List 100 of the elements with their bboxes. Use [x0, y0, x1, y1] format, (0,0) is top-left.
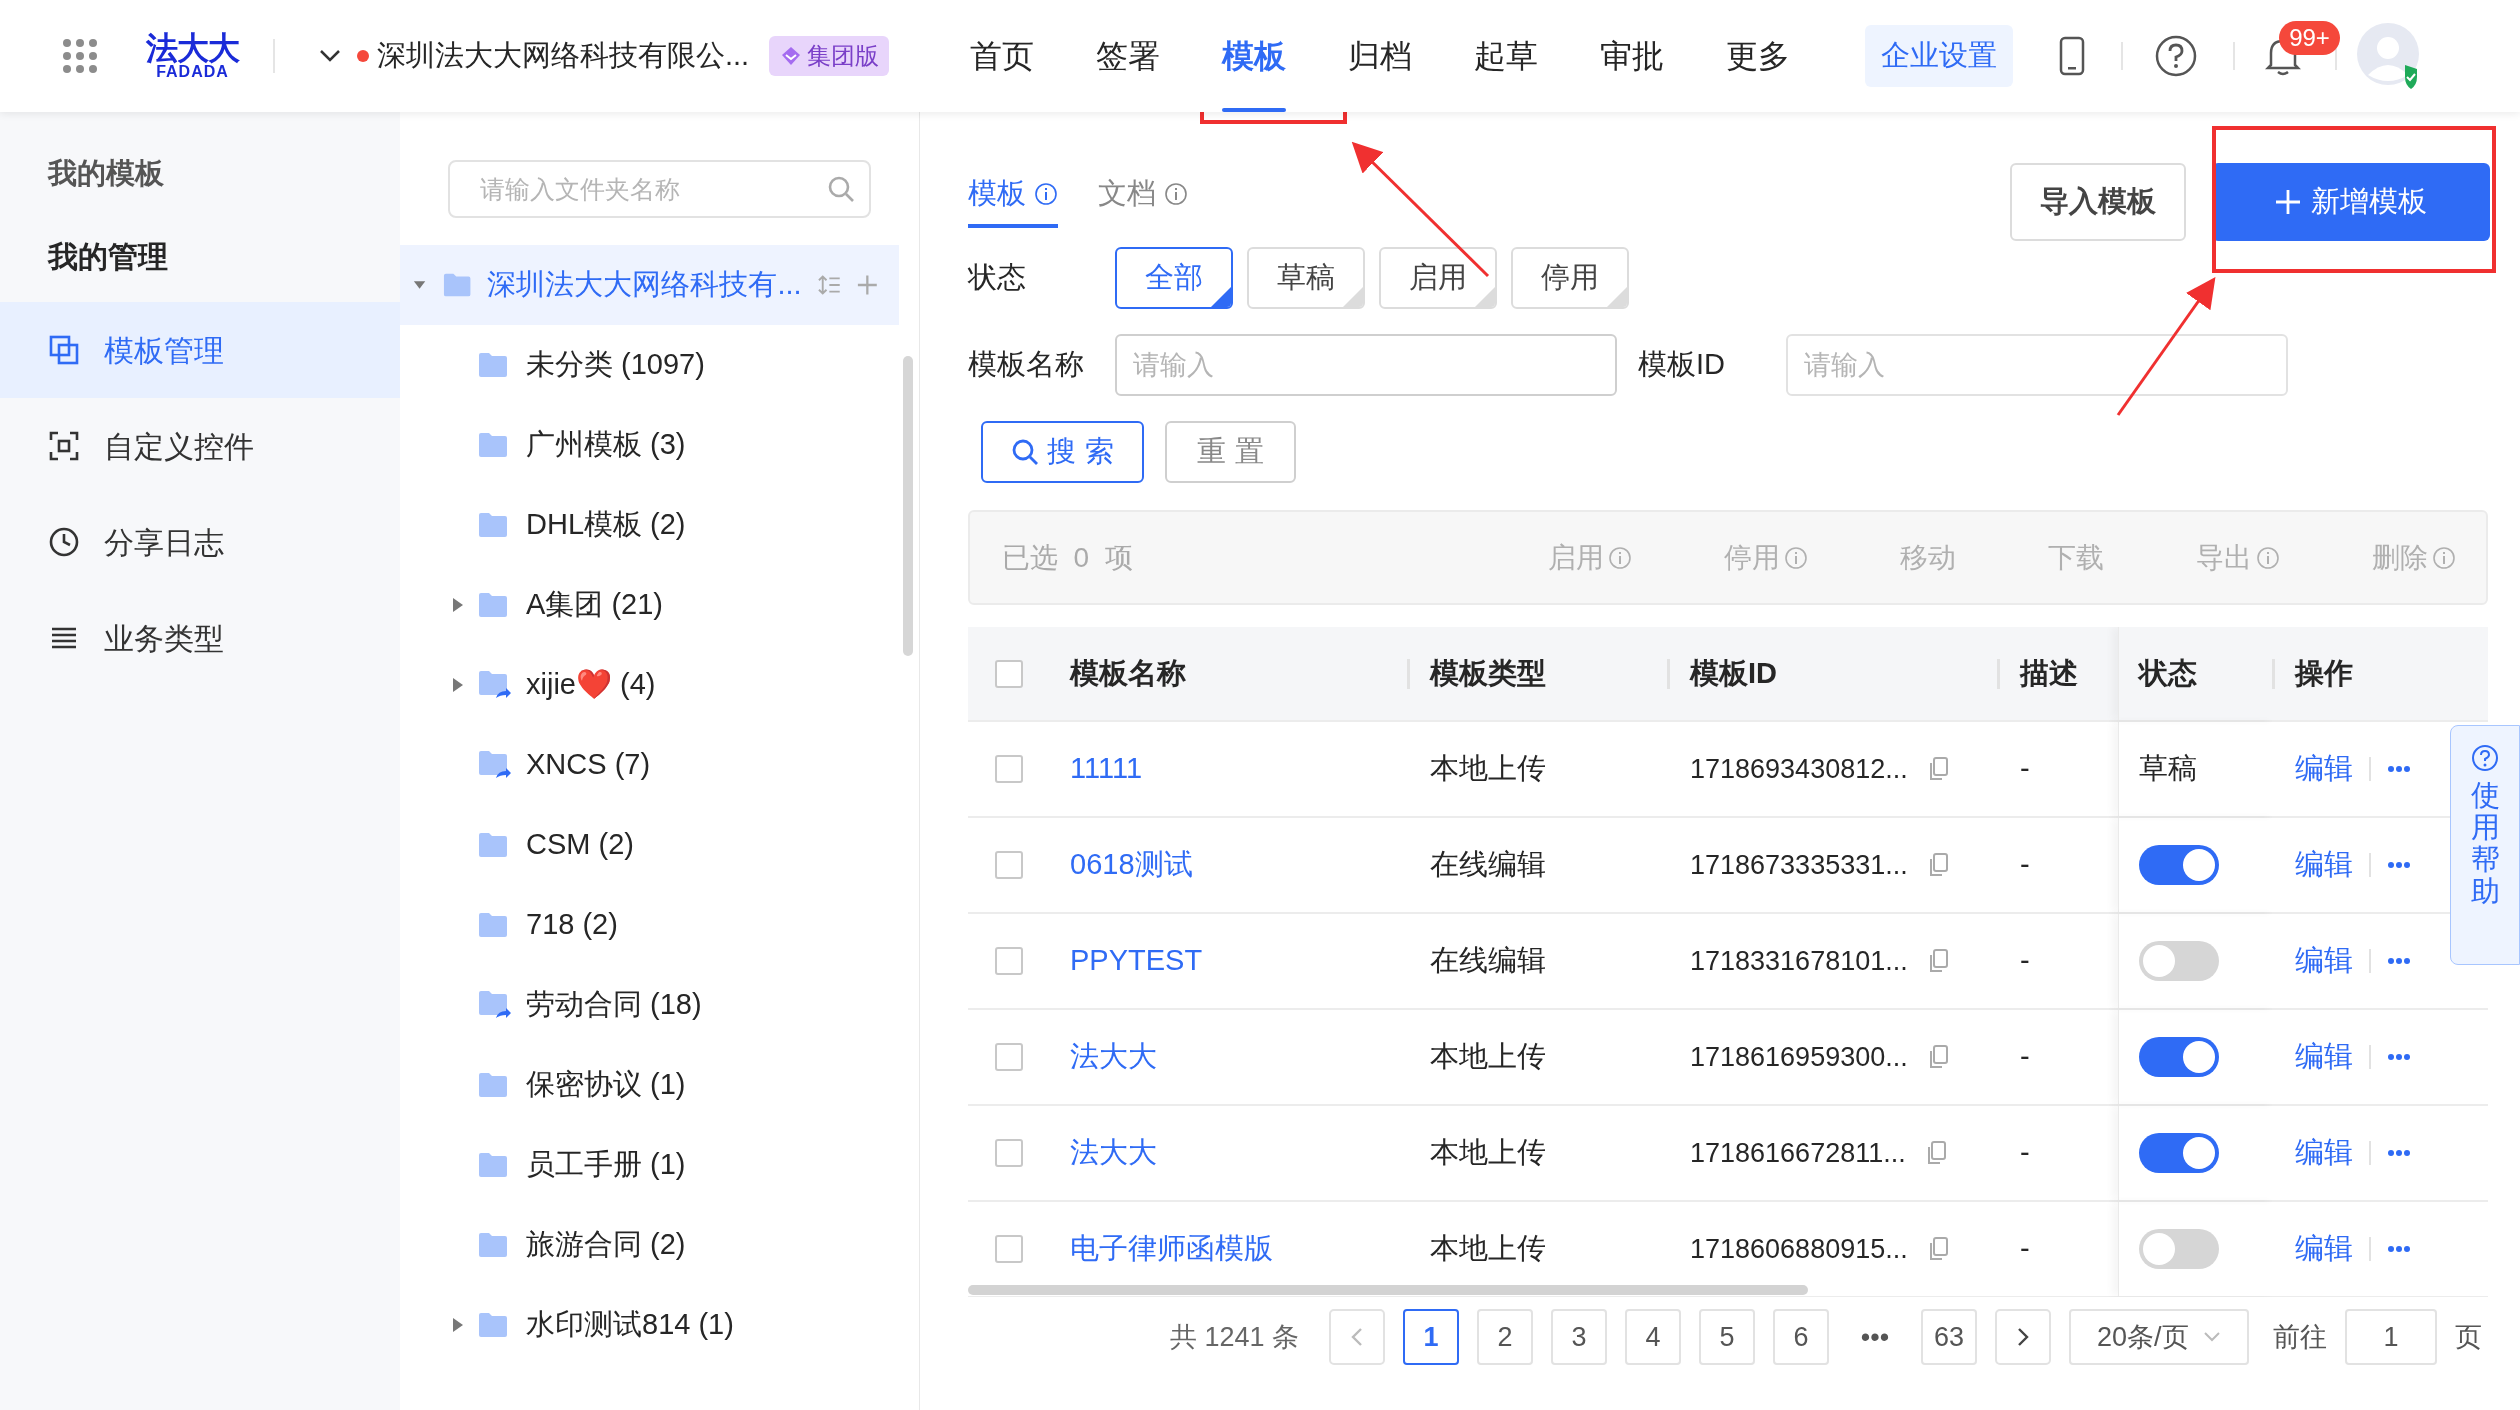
edit-link[interactable]: 编辑 [2295, 1131, 2353, 1175]
folder-tree-item[interactable]: A集团 (21) [400, 565, 899, 645]
shared-folder-icon [478, 670, 512, 700]
folder-icon [478, 512, 508, 538]
folder-tree-item[interactable]: xijie❤ (4) [400, 645, 899, 725]
folder-tree-item[interactable]: DHL模板 (2) [400, 485, 899, 565]
template-id-field[interactable]: 请输入 [1786, 334, 2288, 396]
table-cell-text: 1718616959300... [1690, 1040, 1908, 1074]
toggle-switch[interactable] [2139, 845, 2219, 885]
logo[interactable]: 法大大 FADADA [146, 32, 239, 80]
toggle-switch[interactable] [2139, 1037, 2219, 1077]
plus-icon [856, 273, 879, 297]
checkbox[interactable] [995, 659, 1023, 688]
edit-link[interactable]: 编辑 [2295, 843, 2353, 887]
edit-link[interactable]: 编辑 [2295, 939, 2353, 983]
folder-tree-item[interactable]: 718 (2) [400, 885, 899, 965]
checkbox[interactable] [995, 851, 1023, 879]
edit-link[interactable]: 编辑 [2295, 1227, 2353, 1271]
nav-tab[interactable]: 起草 [1443, 0, 1570, 112]
page-button[interactable]: 2 [1477, 1309, 1533, 1365]
page-size-select[interactable]: 20条/页 [2069, 1309, 2249, 1365]
folder-tree-item[interactable]: 员工手册 (1) [400, 1125, 899, 1205]
template-name-link[interactable]: PPYTEST [1070, 944, 1203, 977]
vertical-scrollbar[interactable] [903, 356, 913, 656]
goto-label: 前往 [2273, 1320, 2327, 1354]
folder-tree-item[interactable]: XNCS (7) [400, 725, 899, 805]
page-button[interactable]: 4 [1625, 1309, 1681, 1365]
checkbox[interactable] [995, 1139, 1023, 1167]
folder-tree-item[interactable]: 旅游合同 (2) [400, 1205, 899, 1285]
template-name-link[interactable]: 11111 [1070, 752, 1143, 785]
nav-tab[interactable]: 审批 [1569, 0, 1696, 112]
clock-icon [48, 526, 80, 558]
template-name-link[interactable]: 电子律师函模版 [1070, 1232, 1273, 1265]
folder-tree-item[interactable]: 劳动合同 (18) [400, 965, 899, 1045]
status-filter-chip[interactable]: 启用 [1379, 247, 1497, 309]
scan-icon [48, 430, 80, 462]
folder-search-field[interactable]: 请输入文件夹名称 [448, 160, 871, 218]
caret-right-icon [452, 1317, 464, 1333]
toggle-switch[interactable] [2139, 941, 2219, 981]
table-cell: 本地上传 [1430, 1040, 1546, 1073]
folder-tree-item[interactable]: CSM (2) [400, 805, 899, 885]
column-header[interactable]: 描述 [2020, 651, 2078, 696]
sidebar-item[interactable]: 业务类型 [0, 590, 400, 686]
nav-tab[interactable]: 归档 [1317, 0, 1444, 112]
template-name-field[interactable]: 请输入 [1115, 334, 1617, 396]
checkbox[interactable] [995, 947, 1023, 975]
page-button[interactable]: ••• [1847, 1309, 1903, 1365]
content-tab[interactable]: 文档 [1098, 172, 1188, 228]
folder-icon [478, 1312, 508, 1338]
nav-tab[interactable]: 签署 [1065, 0, 1192, 112]
sidebar-item[interactable]: 分享日志 [0, 494, 400, 590]
caret-right-icon [452, 597, 464, 613]
template-name-link[interactable]: 法大大 [1070, 1136, 1157, 1169]
edit-link[interactable]: 编辑 [2295, 1035, 2353, 1079]
import-template-button[interactable]: 导入模板 [2010, 163, 2186, 241]
template-name-link[interactable]: 0618测试 [1070, 848, 1193, 881]
sidebar-item[interactable]: 模板管理 [0, 302, 400, 398]
folder-tree-item[interactable]: 水印测试814 (1) [400, 1285, 899, 1365]
toggle-switch[interactable] [2139, 1229, 2219, 1269]
search-icon [827, 175, 855, 203]
copy-icon [1927, 1237, 1948, 1261]
page-number-field[interactable]: 1 [2345, 1309, 2437, 1365]
apps-icon [62, 38, 98, 74]
table-cell: 本地上传 [1430, 752, 1546, 785]
search-button[interactable]: 搜 索 [981, 421, 1144, 483]
company-name[interactable]: 深圳法大大网络科技有限公... [377, 34, 750, 78]
status-filter-chip[interactable]: 草稿 [1247, 247, 1365, 309]
nav-tab[interactable]: 首页 [939, 0, 1066, 112]
help-tab[interactable]: 使用帮助 [2450, 725, 2520, 965]
content-tab[interactable]: 模板 [968, 172, 1058, 228]
info-icon [1164, 181, 1188, 206]
folder-tree-item[interactable]: 广州模板 (3) [400, 405, 899, 485]
page-button[interactable]: 5 [1699, 1309, 1755, 1365]
toggle-switch[interactable] [2139, 1133, 2219, 1173]
checkbox[interactable] [995, 1043, 1023, 1071]
column-header[interactable]: 模板类型 [1430, 651, 1546, 696]
checkbox[interactable] [995, 755, 1023, 783]
nav-tab[interactable]: 模板 [1191, 0, 1318, 112]
sidebar-item[interactable]: 自定义控件 [0, 398, 400, 494]
status-filter-chip[interactable]: 停用 [1511, 247, 1629, 309]
more-icon [2387, 861, 2411, 869]
column-header[interactable]: 模板名称 [1070, 651, 1186, 696]
page-button[interactable]: 3 [1551, 1309, 1607, 1365]
reset-button[interactable]: 重 置 [1165, 421, 1296, 483]
folder-tree-item[interactable]: 未分类 (1097) [400, 325, 899, 405]
page-button[interactable]: 1 [1403, 1309, 1459, 1365]
column-header[interactable]: 操作 [2295, 651, 2353, 696]
status-filter-chip[interactable]: 全部 [1115, 247, 1233, 309]
folder-tree-item[interactable]: 深圳法大大网络科技有... [400, 245, 899, 325]
edit-link[interactable]: 编辑 [2295, 747, 2353, 791]
folder-tree-item[interactable]: 保密协议 (1) [400, 1045, 899, 1125]
enterprise-settings-button[interactable]: 企业设置 [1865, 25, 2014, 87]
column-header[interactable]: 状态 [2139, 651, 2197, 696]
template-name-link[interactable]: 法大大 [1070, 1040, 1157, 1073]
checkbox[interactable] [995, 1235, 1023, 1263]
nav-tab[interactable]: 更多 [1695, 0, 1822, 112]
horizontal-scrollbar[interactable] [968, 1285, 1808, 1295]
page-button[interactable]: 63 [1921, 1309, 1977, 1365]
column-header[interactable]: 模板ID [1690, 651, 1777, 696]
page-button[interactable]: 6 [1773, 1309, 1829, 1365]
